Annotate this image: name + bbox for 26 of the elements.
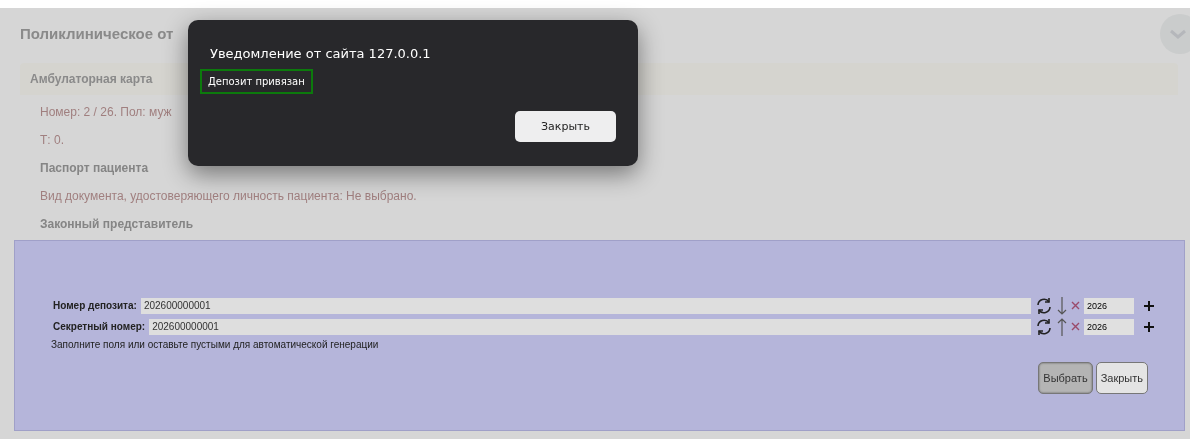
alert-title: Уведомление от сайта 127.0.0.1 xyxy=(209,46,432,61)
plus-icon[interactable] xyxy=(1144,300,1154,311)
section-heading: Законный представитель xyxy=(40,216,194,233)
info-text: Т: 0. xyxy=(40,132,64,149)
field-label: Секретный номер: xyxy=(53,321,146,332)
year-field[interactable]: 2026 xyxy=(1084,297,1134,314)
alert-message: Депозит привязан xyxy=(200,69,313,94)
input-field[interactable]: 202600000001 xyxy=(140,297,1031,314)
info-text: Вид документа, удостоверяющего личность пациента: Не выбрано. xyxy=(40,188,417,205)
close-icon[interactable] xyxy=(1071,322,1080,331)
close-icon[interactable] xyxy=(1071,301,1080,310)
refresh-icon[interactable] xyxy=(1035,296,1053,315)
info-text: Номер: 2 / 26. Пол: муж xyxy=(40,104,172,121)
close-button[interactable]: Закрыть xyxy=(515,111,616,142)
field-label: Номер депозита: xyxy=(53,300,137,311)
plus-icon[interactable] xyxy=(1144,321,1154,332)
dialog-button[interactable]: Выбрать xyxy=(1038,362,1093,394)
page-title: Поликлиническое от xyxy=(19,24,175,44)
down-arrow-icon[interactable] xyxy=(1057,295,1067,316)
section-heading: Паспорт пациента xyxy=(40,160,149,177)
refresh-icon[interactable] xyxy=(1035,317,1053,336)
dialog-button[interactable]: Закрыть xyxy=(1095,362,1148,394)
input-field[interactable]: 202600000001 xyxy=(149,318,1031,335)
hint-text: Заполните поля или оставьте пустыми для автоматической генерации xyxy=(51,339,380,350)
year-field[interactable]: 2026 xyxy=(1084,318,1134,335)
up-arrow-icon[interactable] xyxy=(1057,316,1067,337)
